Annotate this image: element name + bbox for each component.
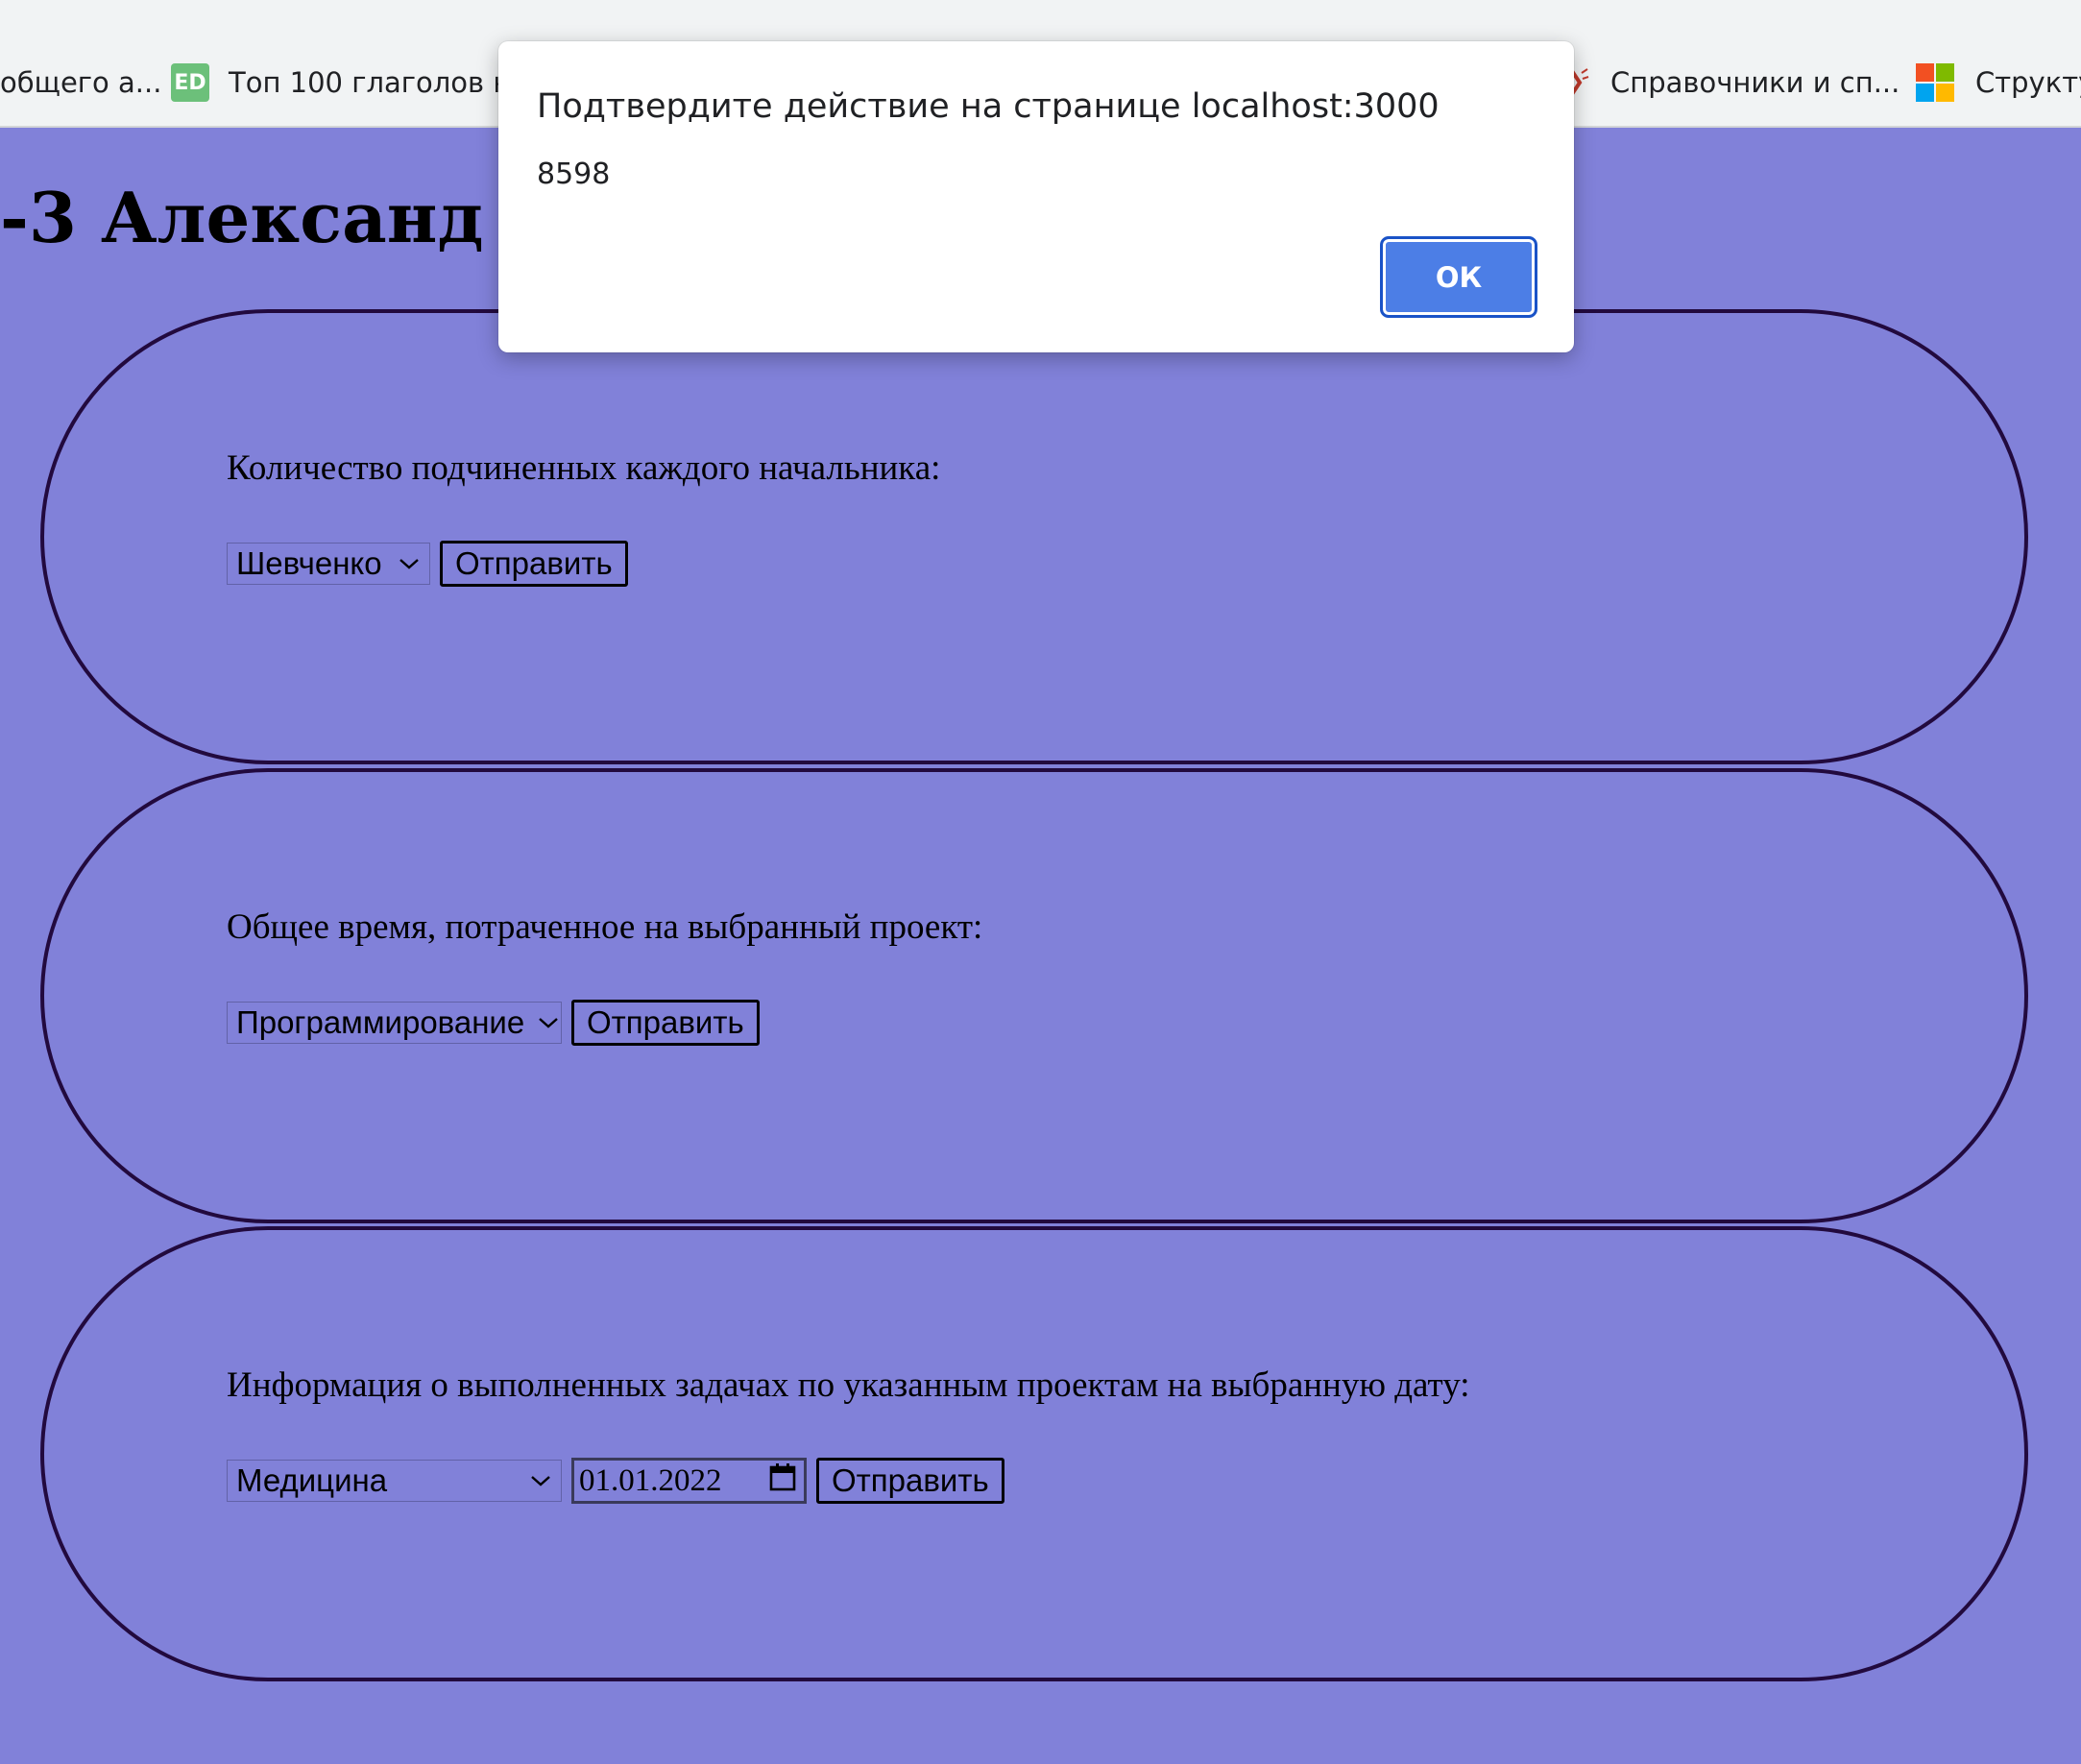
section-controls: Шевченко Отправить xyxy=(227,541,628,587)
section-label: Информация о выполненных задачах по указ… xyxy=(227,1365,1470,1405)
bookmark-label: Справочники и сп... xyxy=(1610,66,1900,99)
bookmark-item[interactable]: общего а... xyxy=(0,60,161,106)
send-button[interactable]: Отправить xyxy=(440,541,628,587)
project-select[interactable]: Медицина xyxy=(227,1460,562,1502)
dialog-message: 8598 xyxy=(537,157,611,191)
select-value: Медицина xyxy=(236,1462,388,1498)
ed-icon: ED xyxy=(171,63,209,102)
chevron-down-icon xyxy=(399,557,420,570)
chevron-down-icon xyxy=(530,1474,551,1487)
section-controls: Программирование Отправить xyxy=(227,1000,760,1046)
bookmark-item[interactable]: ED Топ 100 глаголов н... xyxy=(171,60,538,106)
section-label: Общее время, потраченное на выбранный пр… xyxy=(227,907,983,947)
bookmark-label: Топ 100 глаголов н... xyxy=(229,66,538,99)
tasks-section: Информация о выполненных задачах по указ… xyxy=(40,1226,2028,1681)
calendar-icon[interactable] xyxy=(769,1462,796,1500)
microsoft-icon xyxy=(1916,63,1954,102)
bookmark-item[interactable]: Справочники и сп... xyxy=(1568,60,1900,106)
dialog-title: Подтвердите действие на странице localho… xyxy=(537,87,1440,126)
date-input[interactable]: 01.01.2022 xyxy=(571,1458,807,1504)
send-button[interactable]: Отправить xyxy=(816,1458,1004,1504)
section-controls: Медицина 01.01.2022 Отправить xyxy=(227,1458,1004,1504)
send-button[interactable]: Отправить xyxy=(571,1000,760,1046)
date-value: 01.01.2022 xyxy=(579,1462,722,1498)
project-time-section: Общее время, потраченное на выбранный пр… xyxy=(40,768,2028,1223)
section-label: Количество подчиненных каждого начальник… xyxy=(227,448,941,488)
boss-select[interactable]: Шевченко xyxy=(227,543,430,585)
bookmark-label: Структур xyxy=(1975,66,2081,99)
ok-button[interactable]: ОК xyxy=(1380,236,1537,318)
project-select[interactable]: Программирование xyxy=(227,1002,562,1044)
select-value: Шевченко xyxy=(236,545,382,581)
bookmark-label: общего а... xyxy=(0,66,162,99)
chevron-down-icon xyxy=(538,1016,559,1029)
subordinates-section: Количество подчиненных каждого начальник… xyxy=(40,309,2028,764)
bookmark-item[interactable]: Структур xyxy=(1916,60,2081,106)
select-value: Программирование xyxy=(236,1004,525,1040)
confirm-dialog: Подтвердите действие на странице localho… xyxy=(498,41,1574,352)
